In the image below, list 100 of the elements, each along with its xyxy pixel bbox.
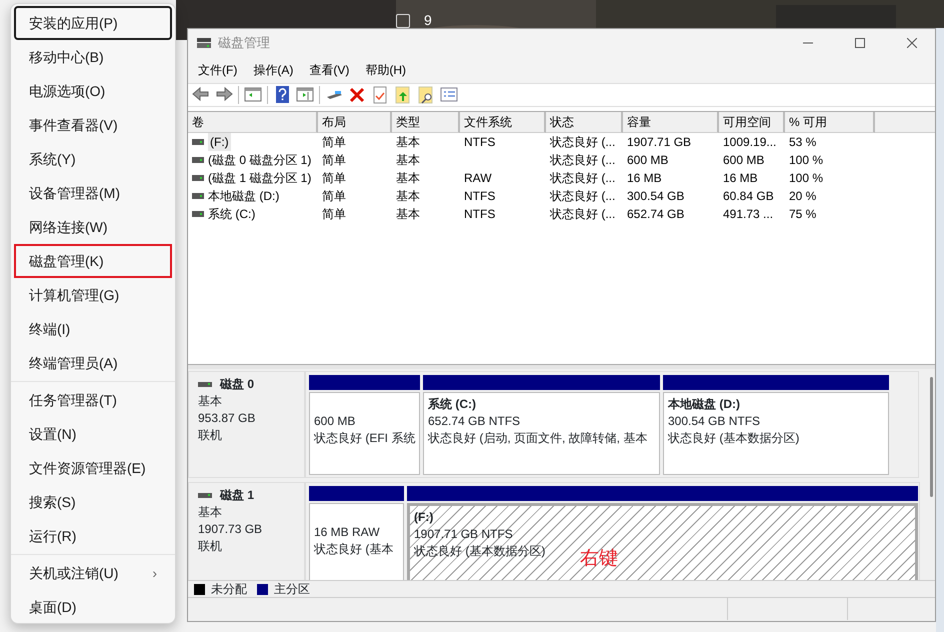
drive-icon [192, 193, 204, 199]
table-cell[interactable]: 本地磁盘 (D:) [208, 187, 280, 205]
close-icon [907, 38, 917, 48]
partition-block[interactable]: 16 MB RAW 状态良好 (基本 [309, 503, 404, 580]
delete-icon[interactable] [348, 86, 366, 104]
table-cell-text: 600 MB [627, 152, 668, 169]
partition-block[interactable]: (F:) 1907.71 GB NTFS 状态良好 (基本数据分区) 右键 [407, 503, 918, 580]
table-cell-text: 652.74 GB [627, 206, 684, 223]
disk-label-panel[interactable]: 磁盘 0 基本 953.87 GB 联机 [188, 371, 305, 478]
partition-size: 16 MB RAW [314, 524, 380, 541]
table-cell-text: 53 % [789, 134, 816, 151]
menu-item[interactable]: 安装的应用(P) [14, 6, 172, 40]
menu-item[interactable]: 文件(F) [190, 60, 246, 78]
partition-size: 652.74 GB NTFS [428, 413, 520, 430]
panel-icon[interactable] [296, 86, 314, 104]
panel-icon[interactable] [244, 86, 262, 104]
help-icon[interactable] [273, 86, 291, 104]
partition-block[interactable]: 本地磁盘 (D:) 300.54 GB NTFS 状态良好 (基本数据分区) [663, 392, 889, 475]
disk-drive-icon [198, 493, 212, 498]
table-cell-text: 20 % [789, 188, 816, 205]
table-cell-text: 300.54 GB [627, 188, 684, 205]
table-cell-text: 16 MB [627, 170, 662, 187]
table-cell[interactable]: (磁盘 0 磁盘分区 1) [208, 151, 312, 169]
partition-status: 状态良好 (启动, 页面文件, 故障转储, 基本 [428, 430, 648, 447]
disk-name: 磁盘 1 [220, 487, 254, 504]
partition-status: 状态良好 (EFI 系统 [314, 430, 416, 447]
menu-item[interactable]: 移动中心(B) [14, 40, 172, 74]
disk-drive-icon [198, 382, 212, 387]
disk-status: 联机 [198, 538, 223, 555]
menu-item[interactable]: 设置(N) [14, 417, 172, 451]
checklist-icon[interactable] [371, 86, 389, 104]
table-cell[interactable]: (F:) [208, 133, 231, 151]
column-header[interactable]: 可用空间 [719, 112, 785, 133]
table-cell-text: 状态良好 (... [550, 188, 616, 205]
menu-item[interactable]: 运行(R) [14, 519, 172, 553]
partition-size: 300.54 GB NTFS [668, 413, 760, 430]
header-filler [875, 112, 935, 133]
menu-item[interactable]: 终端(I) [14, 312, 172, 346]
partition-block[interactable]: 系统 (C:) 652.74 GB NTFS 状态良好 (启动, 页面文件, 故障转储, 基本 [423, 392, 660, 475]
search-icon[interactable] [417, 86, 435, 104]
table-cell-text: 600 MB [723, 152, 764, 169]
menu-item[interactable]: 终端管理员(A) [14, 346, 172, 380]
partition-block[interactable]: 600 MB 状态良好 (EFI 系统 [309, 392, 420, 475]
table-cell-text: 75 % [789, 206, 816, 223]
table-cell-text: 基本 [396, 188, 420, 205]
table-cell-text: NTFS [464, 206, 496, 223]
menu-item[interactable]: 磁盘管理(K) [14, 244, 172, 278]
menu-item[interactable]: 任务管理器(T) [14, 383, 172, 417]
maximize-icon [855, 38, 865, 48]
menu-item[interactable]: 电源选项(O) [14, 74, 172, 108]
table-cell-text: 100 % [789, 152, 824, 169]
drive-icon [192, 175, 204, 181]
disk-label-panel[interactable]: 磁盘 1 基本 1907.73 GB 联机 [188, 482, 305, 580]
back-icon[interactable] [192, 86, 210, 104]
partition-status: 状态良好 (基本数据分区) [414, 543, 546, 560]
menu-item[interactable]: 关机或注销(U) › [14, 556, 172, 590]
annotation-text: 右键 [580, 550, 618, 567]
column-header[interactable]: 布局 [318, 112, 392, 133]
menu-item[interactable]: 系统(Y) [14, 142, 172, 176]
column-header[interactable]: 容量 [623, 112, 719, 133]
disk-type: 基本 [198, 393, 223, 410]
folder-up-icon[interactable] [394, 86, 412, 104]
table-cell-text: 简单 [322, 152, 346, 169]
table-cell-text: NTFS [464, 134, 496, 151]
menu-item[interactable]: 事件查看器(V) [14, 108, 172, 142]
disk-status: 联机 [198, 427, 223, 444]
table-cell[interactable]: (磁盘 1 磁盘分区 1) [208, 169, 312, 187]
disk-name: 磁盘 0 [220, 376, 254, 393]
drive-icon [192, 157, 204, 163]
legend-label: 主分区 [274, 581, 310, 598]
menu-item[interactable]: 搜索(S) [14, 485, 172, 519]
menu-item[interactable]: 桌面(D) [14, 590, 172, 624]
menu-item[interactable]: 查看(V) [301, 60, 358, 78]
scrollbar[interactable] [930, 377, 933, 497]
column-header[interactable]: 类型 [392, 112, 460, 133]
menu-item[interactable]: 操作(A) [245, 60, 302, 78]
menu-item[interactable]: 网络连接(W) [14, 210, 172, 244]
forward-icon[interactable] [215, 86, 233, 104]
partition-label: (F:) [414, 509, 434, 526]
menu-item[interactable]: 设备管理器(M) [14, 176, 172, 210]
column-header[interactable]: 文件系统 [460, 112, 546, 133]
column-header[interactable]: 卷 [188, 112, 318, 133]
disk-size: 1907.73 GB [198, 521, 264, 538]
column-header[interactable]: 状态 [546, 112, 623, 133]
list-icon[interactable] [440, 86, 458, 104]
table-cell-text: 基本 [396, 134, 420, 151]
table-cell-text: 1009.19... [723, 134, 776, 151]
table-cell[interactable]: 系统 (C:) [208, 205, 256, 223]
partition-label: 本地磁盘 (D:) [668, 396, 741, 413]
submenu-arrow-icon: › [152, 562, 157, 584]
partition-size: 600 MB [314, 413, 356, 430]
table-cell-text: 状态良好 (... [550, 206, 616, 223]
menu-item[interactable]: 计算机管理(G) [14, 278, 172, 312]
column-header[interactable]: % 可用 [785, 112, 875, 133]
partition-label: 系统 (C:) [428, 396, 477, 413]
drive-icon [192, 211, 204, 217]
menu-item[interactable]: 文件资源管理器(E) [14, 451, 172, 485]
window-title: 磁盘管理 [218, 34, 271, 52]
menu-item[interactable]: 帮助(H) [357, 60, 414, 78]
disk-type: 基本 [198, 504, 223, 521]
